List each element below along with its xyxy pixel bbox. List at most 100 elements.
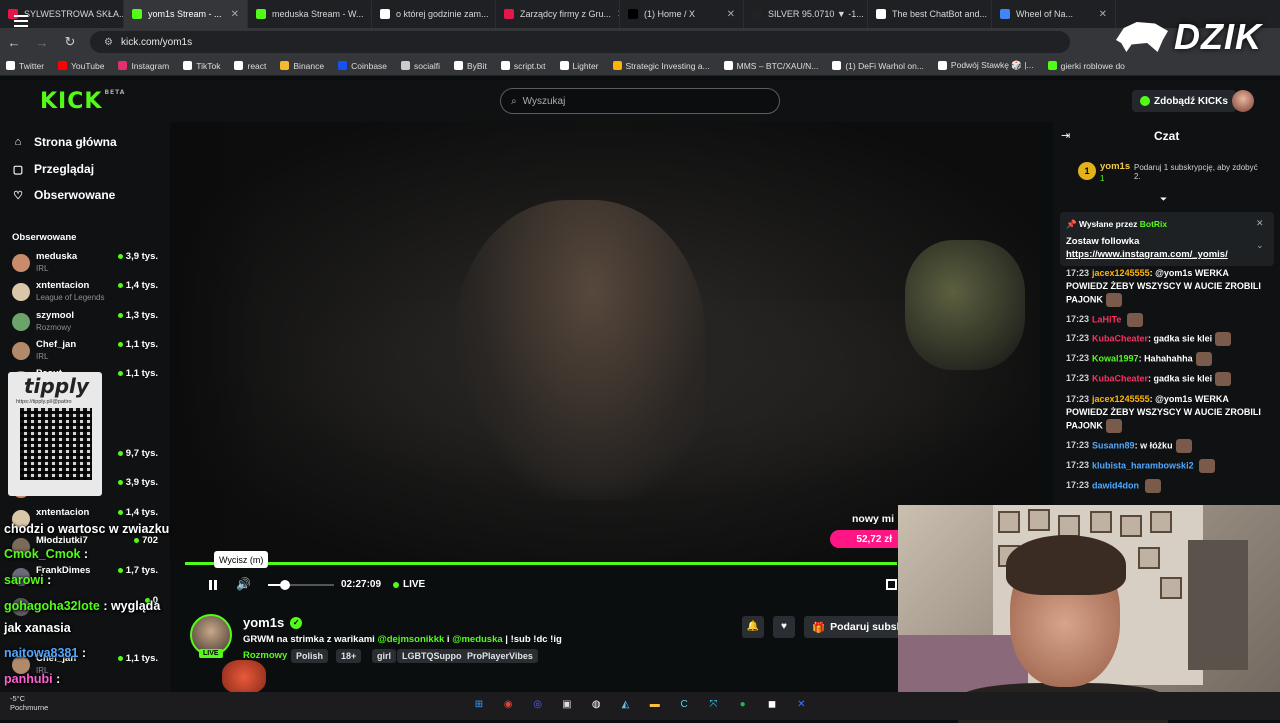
gift-sub-prompt[interactable]: Podaruj 1 subskrypcję, aby zdobyć 2. xyxy=(1134,163,1264,181)
site-info-icon[interactable]: ⚙ xyxy=(104,37,113,48)
discord-icon[interactable]: ◎ xyxy=(530,697,546,713)
notification-bell-button[interactable]: 🔔 xyxy=(742,616,764,638)
bookmark-item[interactable]: Strategic Investing a... xyxy=(612,61,710,71)
obs-icon[interactable]: ◍ xyxy=(588,697,604,713)
kick-logo[interactable]: KICK BETA xyxy=(40,89,125,114)
stream-tag[interactable]: ProPlayerVibes xyxy=(462,649,538,663)
reload-icon[interactable]: ↻ xyxy=(62,34,78,50)
browser-tab[interactable]: SILVER 95.0710 ▼ -1...✕ xyxy=(744,0,868,28)
chat-filter-icon[interactable]: ⏷ xyxy=(1160,194,1167,205)
chat-emote xyxy=(1175,439,1192,453)
viewer-count: 1,7 tys. xyxy=(125,565,158,576)
forward-icon[interactable]: → xyxy=(34,35,50,50)
browser-tab[interactable]: meduska Stream - W...✕ xyxy=(248,0,372,28)
gift-leader-name[interactable]: yom1s xyxy=(1100,161,1130,172)
close-tab-icon[interactable]: ✕ xyxy=(231,9,239,20)
channel-name[interactable]: yom1s ✓ xyxy=(243,615,303,630)
expand-pinned-icon[interactable]: ⌄ xyxy=(1256,240,1264,251)
chat-username[interactable]: LaHiTe xyxy=(1092,314,1121,324)
back-icon[interactable]: ← xyxy=(6,35,22,50)
folder-icon[interactable]: ▬ xyxy=(647,697,663,713)
chrome-icon[interactable]: ◉ xyxy=(500,697,516,713)
gift-leader-count: 1 xyxy=(1100,174,1105,183)
stream-tag[interactable]: 18+ xyxy=(336,649,362,663)
chat-timestamp: 17:23 xyxy=(1066,268,1090,278)
browser-tab[interactable]: Zarządcy firmy z Gru...✕ xyxy=(496,0,620,28)
browser-tab[interactable]: The best ChatBot and...✕ xyxy=(868,0,992,28)
cursor-icon[interactable]: C xyxy=(676,697,692,713)
bookmark-item[interactable]: react xyxy=(234,61,266,71)
mention-link-2[interactable]: @meduska xyxy=(452,634,502,645)
mention-link-1[interactable]: @dejmsonikkk xyxy=(377,634,444,645)
sidebar-item-following[interactable]: ♡ Obserwowane xyxy=(12,188,115,202)
chat-username[interactable]: Kowal1997 xyxy=(1092,353,1139,363)
bookmark-item[interactable]: Binance xyxy=(280,61,324,71)
weather-widget[interactable]: -5°C Pochmurne xyxy=(10,694,48,712)
collapse-chat-icon[interactable]: ⇥ xyxy=(1061,129,1070,142)
tool-icon[interactable]: ✕ xyxy=(793,697,809,713)
bookmark-item[interactable]: TikTok xyxy=(183,61,220,71)
bookmark-item[interactable]: YouTube xyxy=(58,61,104,71)
sidebar-item-home[interactable]: ⌂ Strona główna xyxy=(12,135,117,149)
video-progress[interactable] xyxy=(185,562,897,565)
close-tab-icon[interactable]: ✕ xyxy=(1099,9,1107,20)
sidebar-item-browse[interactable]: ▢ Przeglądaj xyxy=(12,162,94,176)
pause-button[interactable] xyxy=(206,578,220,592)
following-viewers: 1,3 tys. xyxy=(117,310,158,321)
menu-icon[interactable] xyxy=(14,15,28,27)
bookmark-item[interactable]: ByBit xyxy=(454,61,487,71)
browser-tab[interactable]: yom1s Stream - ... ✕ xyxy=(124,0,248,28)
vpn-icon[interactable]: ⤧ xyxy=(705,697,721,713)
bookmark-item[interactable]: socialfi xyxy=(401,61,440,71)
stream-tag[interactable]: Polish xyxy=(291,649,329,663)
tab-favicon-icon xyxy=(256,9,266,19)
user-avatar[interactable] xyxy=(1232,90,1254,112)
chat-timestamp: 17:23 xyxy=(1066,353,1090,364)
chat-username[interactable]: KubaCheater xyxy=(1092,373,1148,383)
following-item[interactable]: meduska IRL 3,9 tys. xyxy=(10,251,162,279)
bookmark-item[interactable]: Twitter xyxy=(6,61,44,71)
search-input[interactable]: ⌕ Wyszukaj xyxy=(500,88,780,114)
chat-username[interactable]: jacex1245555 xyxy=(1092,268,1150,278)
overlay-chat-user: gohagoha32lote xyxy=(4,599,100,613)
bookmark-item[interactable]: Coinbase xyxy=(338,61,387,71)
following-item[interactable]: xntentacion League of Legends 1,4 tys. xyxy=(10,280,162,308)
theater-mode-icon[interactable] xyxy=(886,579,897,590)
unpin-icon[interactable]: ✕ xyxy=(1256,218,1264,229)
get-kicks-button[interactable]: Zdobądź KICKs xyxy=(1132,90,1236,112)
chat-username[interactable]: Susann89 xyxy=(1092,440,1135,450)
bookmark-item[interactable]: gierki roblowe do xyxy=(1047,61,1125,71)
app-icon[interactable]: ▣ xyxy=(559,697,575,713)
following-name: szymool xyxy=(36,310,75,321)
bookmark-item[interactable]: Instagram xyxy=(118,61,169,71)
chat-emote xyxy=(1199,459,1216,473)
volume-slider[interactable] xyxy=(268,584,334,586)
bookmark-item[interactable]: (1) DeFi Warhol on... xyxy=(832,61,924,71)
gift-sub-button[interactable]: 🎁 Podaruj subsk xyxy=(804,616,904,638)
follow-heart-button[interactable]: ♥ xyxy=(773,616,795,638)
pinned-by-user[interactable]: BotRix xyxy=(1140,219,1167,229)
browser-tab[interactable]: o której godzinie zam...✕ xyxy=(372,0,496,28)
chat-username[interactable]: dawid4don xyxy=(1092,480,1139,490)
browser-tab[interactable]: (1) Home / X ✕ xyxy=(620,0,744,28)
pinned-link[interactable]: https://www.instagram.com/_yomis/ xyxy=(1066,249,1228,260)
bookmark-item[interactable]: script.txt xyxy=(500,61,546,71)
stream-tag[interactable]: girl xyxy=(372,649,397,663)
chat-username[interactable]: klubista_harambowski2 xyxy=(1092,460,1194,470)
steam-icon[interactable]: ◭ xyxy=(618,697,634,713)
following-item[interactable]: Chef_jan IRL 1,1 tys. xyxy=(10,339,162,367)
bookmark-item[interactable]: Lighter xyxy=(559,61,599,71)
volume-knob[interactable] xyxy=(280,580,290,590)
chat-username[interactable]: KubaCheater xyxy=(1092,333,1148,343)
windows-icon[interactable]: ⊞ xyxy=(471,697,487,713)
chat-username[interactable]: jacex1245555 xyxy=(1092,394,1150,404)
browser-tab[interactable]: Wheel of Na... ✕ xyxy=(992,0,1116,28)
following-item[interactable]: szymool Rozmowy 1,3 tys. xyxy=(10,310,162,338)
capture-icon[interactable]: ◼ xyxy=(764,697,780,713)
spotify-icon[interactable]: ● xyxy=(735,697,751,713)
volume-icon[interactable]: 🔊 xyxy=(236,577,251,591)
bookmark-item[interactable]: Podwój Stawkę 🎲 |... xyxy=(937,60,1034,71)
url-field[interactable]: ⚙ kick.com/yom1s xyxy=(90,31,1070,53)
bookmark-item[interactable]: MMS – BTC/XAU/N... xyxy=(723,61,818,71)
close-tab-icon[interactable]: ✕ xyxy=(727,9,735,20)
